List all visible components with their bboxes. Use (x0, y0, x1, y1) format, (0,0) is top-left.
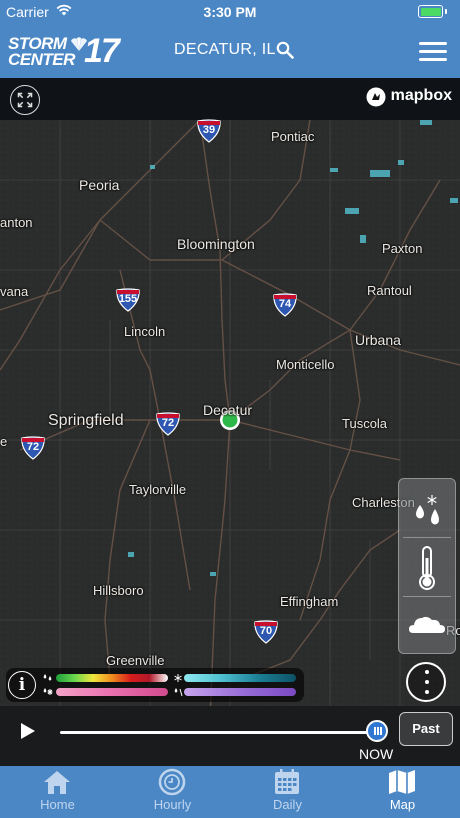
storm-center-17-logo[interactable]: STORM CENTER 17 (8, 32, 120, 72)
rain-scale-bar (56, 674, 168, 682)
interstate-number: 72 (161, 417, 175, 429)
rain-drops-icon (43, 674, 52, 681)
interstate-shield: 74 (272, 293, 298, 317)
interstate-number: 74 (278, 298, 292, 310)
tab-hourly[interactable]: Hourly (115, 766, 230, 818)
status-bar: Carrier 3:30 PM (0, 0, 460, 24)
interstate-shield: 70 (253, 620, 279, 644)
info-icon[interactable]: i (8, 671, 36, 699)
city-label: Taylorville (129, 482, 187, 497)
city-label: Paxton (382, 241, 423, 256)
ice-icon (174, 688, 183, 697)
city-label: Lincoln (124, 324, 166, 339)
city-label: Greenville (106, 653, 165, 668)
precipitation-icon (416, 495, 439, 525)
city-label: e (0, 434, 8, 449)
city-label: Tuscola (342, 416, 388, 431)
thermometer-icon (419, 546, 435, 590)
radar-timeline: NOW Past (0, 706, 460, 766)
interstate-number: 155 (118, 293, 138, 305)
interstate-number: 72 (26, 441, 40, 453)
interstate-shield: 72 (20, 436, 46, 460)
play-icon[interactable] (20, 722, 36, 740)
map-icon (389, 770, 415, 794)
app-header: STORM CENTER 17 DECATUR, IL (0, 24, 460, 78)
tab-map[interactable]: Map (345, 766, 460, 818)
logo-channel-number: 17 (84, 32, 120, 70)
mix-scale-bar (56, 688, 168, 696)
city-label: Bloomington (177, 236, 255, 252)
tab-label: Map (389, 797, 416, 812)
cloud-layer-button[interactable] (399, 597, 455, 655)
interstate-shield: 155 (115, 288, 141, 312)
tab-label: Daily (273, 797, 302, 812)
map-layer-panel (398, 478, 456, 654)
mix-icon (43, 688, 53, 695)
clock-time: 3:30 PM (203, 4, 257, 20)
clock-icon (158, 768, 186, 796)
mapbox-logo-icon (366, 87, 386, 107)
calendar-icon (275, 769, 299, 794)
location-title[interactable]: DECATUR, IL (174, 41, 276, 59)
city-label: Urbana (355, 332, 401, 348)
interstate-shield: 72 (155, 412, 181, 436)
tab-home[interactable]: Home (0, 766, 115, 818)
mapbox-label: mapbox (390, 87, 452, 104)
city-label: Rantoul (367, 283, 412, 298)
snow-scale-bar (184, 674, 296, 682)
map-top-bar: mapbox (0, 78, 460, 120)
city-label: Decatur (203, 402, 253, 418)
past-button[interactable]: Past (399, 712, 453, 746)
tab-label: Home (40, 797, 75, 812)
cloud-icon (409, 616, 445, 633)
search-icon[interactable] (276, 41, 294, 59)
city-label: Pontiac (271, 129, 315, 144)
battery-icon (418, 5, 443, 18)
tab-daily[interactable]: Daily (230, 766, 345, 818)
bottom-tab-bar: Home Hourly Daily Map (0, 766, 460, 818)
snow-icon (174, 674, 182, 682)
interstate-shield: 39 (196, 119, 222, 143)
fullscreen-expand-icon[interactable] (10, 85, 40, 115)
timeline-slider-handle[interactable] (366, 720, 388, 742)
city-label: anton (0, 215, 33, 230)
city-label: Springfield (48, 412, 124, 429)
city-label: Monticello (276, 357, 335, 372)
city-label: vana (0, 284, 29, 299)
city-label: Hillsboro (93, 583, 144, 598)
home-icon (44, 771, 70, 794)
mapbox-attribution[interactable]: mapbox (365, 86, 452, 108)
ice-scale-bar (184, 688, 296, 696)
precipitation-layer-button[interactable] (399, 479, 455, 537)
hamburger-menu-icon[interactable] (419, 42, 447, 62)
timeline-track[interactable] (60, 731, 378, 734)
logo-word-center: CENTER (8, 50, 75, 69)
interstate-number: 39 (202, 124, 216, 136)
radar-legend: i (6, 668, 304, 702)
city-label: Peoria (79, 177, 120, 193)
tab-label: Hourly (153, 797, 192, 812)
timeline-now-label: NOW (359, 746, 394, 762)
more-options-button[interactable] (406, 662, 446, 702)
city-label: Effingham (280, 594, 339, 609)
radar-map[interactable]: mapbox Pontiac Peoria anton Bloomington … (0, 78, 460, 766)
interstate-number: 70 (259, 625, 273, 637)
temperature-layer-button[interactable] (399, 538, 455, 596)
